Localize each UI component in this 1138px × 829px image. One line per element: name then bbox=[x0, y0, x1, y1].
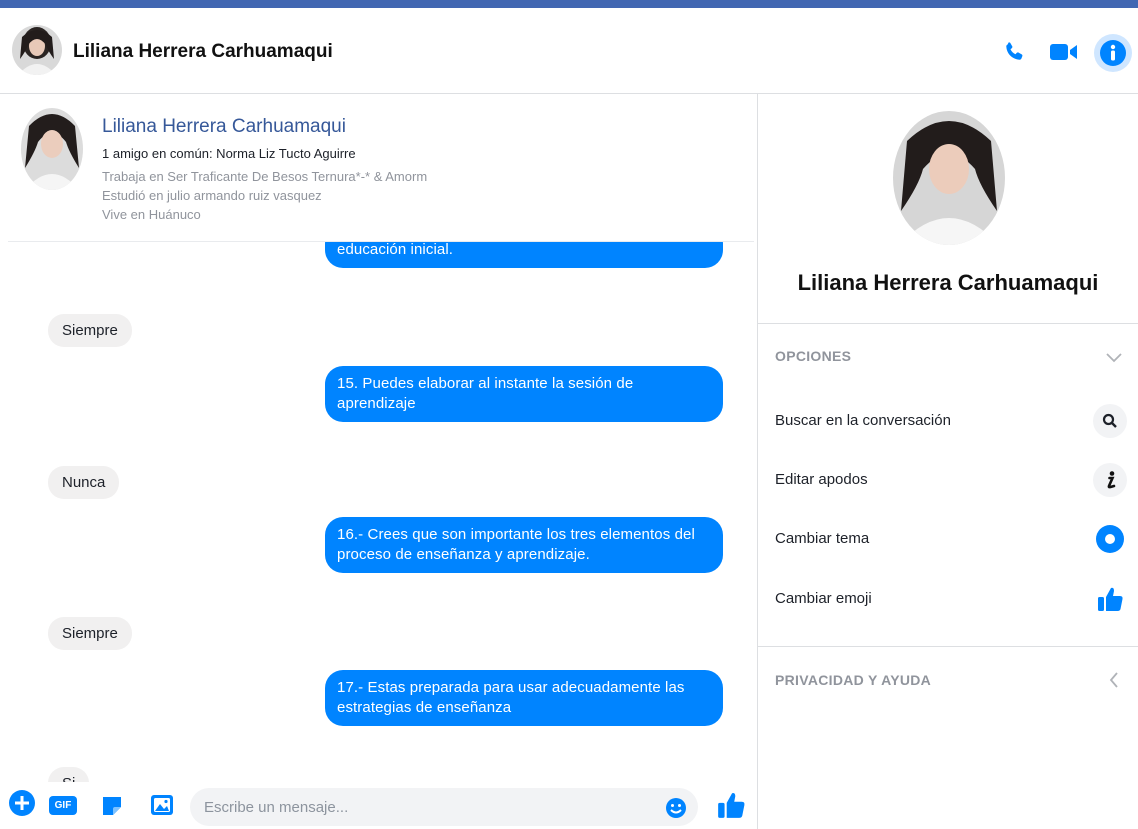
gif-icon[interactable]: GIF bbox=[49, 796, 77, 815]
sticker-icon[interactable] bbox=[100, 794, 124, 818]
search-icon[interactable] bbox=[1093, 404, 1127, 438]
incoming-message[interactable]: Si bbox=[48, 767, 90, 782]
chevron-left-icon[interactable] bbox=[1103, 669, 1125, 691]
right-panel-name[interactable]: Liliana Herrera Carhuamaqui bbox=[758, 270, 1138, 296]
right-panel-avatar[interactable] bbox=[893, 111, 1005, 245]
right-panel-separator bbox=[758, 323, 1138, 324]
message-list[interactable]: educación inicial. Siempre 15. Puedes el… bbox=[0, 242, 756, 782]
outgoing-message[interactable]: 17.- Estas preparada para usar adecuadam… bbox=[325, 670, 723, 726]
info-icon[interactable] bbox=[1094, 34, 1132, 72]
top-bar bbox=[0, 0, 1138, 8]
location-text: Vive en Huánuco bbox=[102, 207, 201, 222]
send-thumbs-up-icon[interactable] bbox=[715, 789, 747, 821]
options-section-header[interactable]: OPCIONES bbox=[775, 348, 851, 364]
add-plus-icon[interactable] bbox=[8, 789, 36, 817]
incoming-message[interactable]: Nunca bbox=[48, 466, 120, 499]
contact-avatar[interactable] bbox=[12, 25, 62, 75]
option-change-theme[interactable]: Cambiar tema bbox=[775, 530, 869, 547]
work-text: Trabaja en Ser Traficante De Besos Ternu… bbox=[102, 169, 428, 184]
chevron-down-icon[interactable] bbox=[1103, 346, 1125, 368]
right-panel-separator bbox=[758, 646, 1138, 647]
phone-call-icon[interactable] bbox=[998, 36, 1030, 68]
profile-card: Liliana Herrera Carhuamaqui 1 amigo en c… bbox=[8, 94, 754, 242]
mutual-friends-text: 1 amigo en común: Norma Liz Tucto Aguirr… bbox=[102, 146, 356, 161]
outgoing-message[interactable]: 15. Puedes elaborar al instante la sesió… bbox=[325, 366, 723, 422]
emoji-icon[interactable] bbox=[665, 797, 687, 819]
message-composer: GIF bbox=[0, 782, 757, 829]
incoming-message[interactable]: Siempre bbox=[48, 314, 132, 347]
contact-name-title[interactable]: Liliana Herrera Carhuamaqui bbox=[73, 41, 333, 63]
outgoing-message[interactable]: 16.- Crees que son importante los tres e… bbox=[325, 517, 723, 573]
gif-label: GIF bbox=[49, 796, 77, 815]
theme-color-icon[interactable] bbox=[1093, 522, 1127, 556]
option-edit-nicknames[interactable]: Editar apodos bbox=[775, 471, 868, 488]
outgoing-message[interactable]: educación inicial. bbox=[325, 242, 723, 268]
conversation-header: Liliana Herrera Carhuamaqui bbox=[0, 8, 1138, 94]
option-change-emoji[interactable]: Cambiar emoji bbox=[775, 590, 872, 607]
option-search-conversation[interactable]: Buscar en la conversación bbox=[775, 412, 951, 429]
profile-card-name[interactable]: Liliana Herrera Carhuamaqui bbox=[102, 116, 346, 138]
privacy-help-section-header[interactable]: PRIVACIDAD Y AYUDA bbox=[775, 672, 931, 688]
video-call-icon[interactable] bbox=[1048, 36, 1080, 68]
edit-nickname-icon[interactable] bbox=[1093, 463, 1127, 497]
photo-icon[interactable] bbox=[149, 793, 175, 817]
thumbs-up-icon[interactable] bbox=[1093, 582, 1127, 616]
panel-divider bbox=[757, 94, 758, 829]
profile-card-avatar[interactable] bbox=[21, 108, 83, 190]
message-input[interactable] bbox=[190, 788, 698, 826]
education-text: Estudió en julio armando ruiz vasquez bbox=[102, 188, 322, 203]
incoming-message[interactable]: Siempre bbox=[48, 617, 132, 650]
